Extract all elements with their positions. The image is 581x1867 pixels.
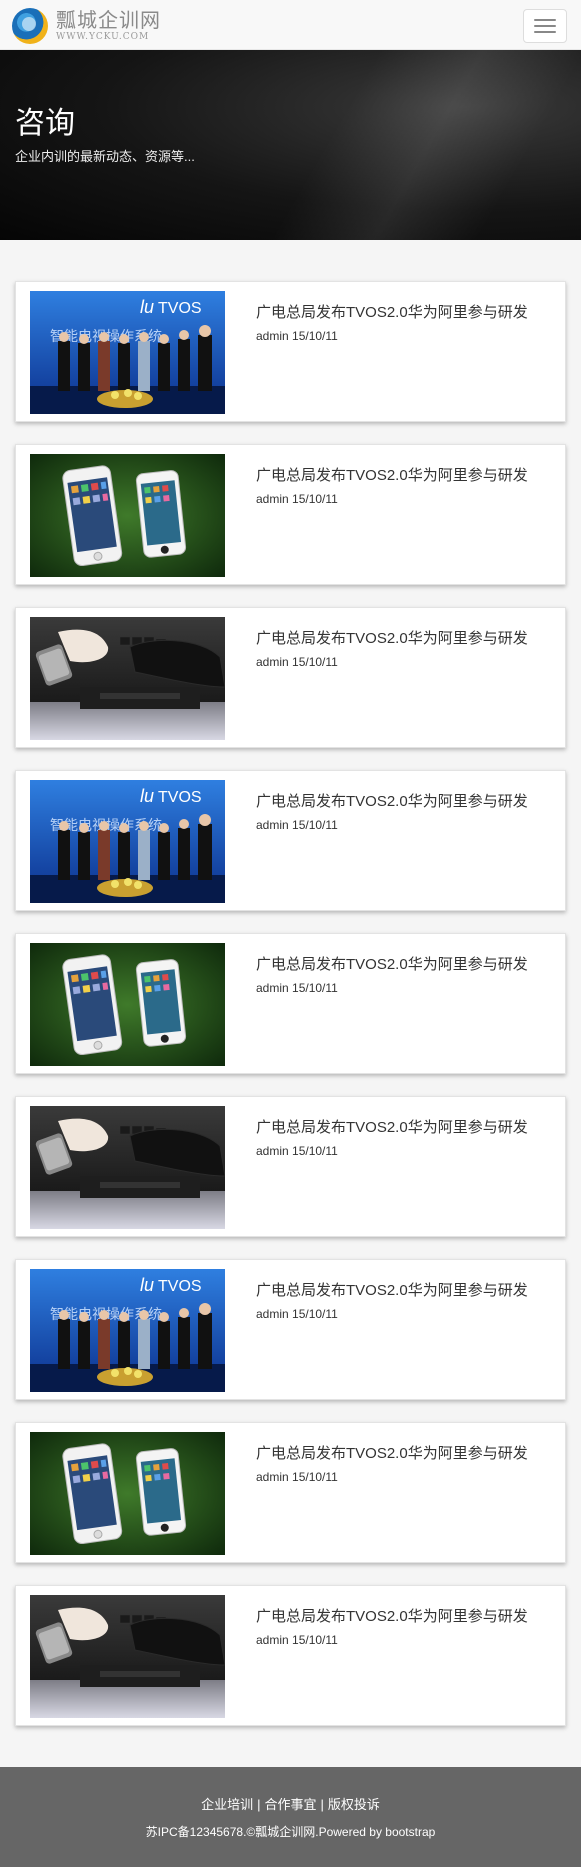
- article-title[interactable]: 广电总局发布TVOS2.0华为阿里参与研发: [256, 1279, 528, 1300]
- article-author: admin: [256, 1307, 289, 1321]
- page-title: 咨询: [15, 106, 75, 141]
- article-meta: admin 15/10/11: [256, 329, 338, 343]
- article-meta: admin 15/10/11: [256, 1144, 338, 1158]
- article-author: admin: [256, 655, 289, 669]
- article-title[interactable]: 广电总局发布TVOS2.0华为阿里参与研发: [256, 464, 528, 485]
- article-author: admin: [256, 1470, 289, 1484]
- article-meta: admin 15/10/11: [256, 1633, 338, 1647]
- article-date: 15/10/11: [292, 1470, 338, 1484]
- article-card[interactable]: 广电总局发布TVOS2.0华为阿里参与研发 admin 15/10/11: [15, 933, 566, 1074]
- article-meta: admin 15/10/11: [256, 1470, 338, 1484]
- menu-bar: [534, 25, 556, 27]
- article-date: 15/10/11: [292, 1633, 338, 1647]
- article-card[interactable]: 广电总局发布TVOS2.0华为阿里参与研发 admin 15/10/11: [15, 1585, 566, 1726]
- article-card[interactable]: 广电总局发布TVOS2.0华为阿里参与研发 admin 15/10/11: [15, 607, 566, 748]
- article-card[interactable]: lu TVOS 智能电视操作系统 广电总局发布TVOS2.0华为阿里参与研发 a…: [15, 1259, 566, 1400]
- svg-text:lu: lu: [140, 297, 154, 317]
- top-navbar: 瓢城企训网 WWW.YCKU.COM: [0, 0, 581, 50]
- footer-separator: |: [320, 1797, 324, 1812]
- article-thumbnail[interactable]: lu TVOS 智能电视操作系统: [30, 780, 225, 903]
- article-author: admin: [256, 492, 289, 506]
- svg-text:TVOS: TVOS: [158, 1278, 202, 1295]
- article-author: admin: [256, 818, 289, 832]
- logo-name: 瓢城企训网: [56, 8, 161, 32]
- article-meta: admin 15/10/11: [256, 492, 338, 506]
- article-title[interactable]: 广电总局发布TVOS2.0华为阿里参与研发: [256, 1116, 528, 1137]
- menu-bar: [534, 31, 556, 33]
- svg-text:TVOS: TVOS: [158, 789, 202, 806]
- article-title[interactable]: 广电总局发布TVOS2.0华为阿里参与研发: [256, 301, 528, 322]
- article-date: 15/10/11: [292, 492, 338, 506]
- article-thumbnail[interactable]: [30, 1106, 225, 1229]
- article-meta: admin 15/10/11: [256, 655, 338, 669]
- article-card[interactable]: lu TVOS 智能电视操作系统 广电总局发布TVOS2.0华为阿里参与研发 a…: [15, 770, 566, 911]
- footer-links: 企业培训 | 合作事宜 | 版权投诉: [0, 1794, 581, 1813]
- logo-icon: [12, 8, 48, 44]
- svg-text:TVOS: TVOS: [158, 300, 202, 317]
- page-subtitle: 企业内训的最新动态、资源等...: [15, 149, 195, 164]
- article-date: 15/10/11: [292, 818, 338, 832]
- svg-text:lu: lu: [140, 1275, 154, 1295]
- article-thumbnail[interactable]: [30, 1432, 225, 1555]
- article-meta: admin 15/10/11: [256, 818, 338, 832]
- article-date: 15/10/11: [292, 1144, 338, 1158]
- article-list: lu TVOS 智能电视操作系统 广电总局发布TVOS2.0华为阿里参与研发 a…: [15, 281, 566, 1748]
- article-author: admin: [256, 329, 289, 343]
- article-meta: admin 15/10/11: [256, 981, 338, 995]
- article-date: 15/10/11: [292, 329, 338, 343]
- article-meta: admin 15/10/11: [256, 1307, 338, 1321]
- article-title[interactable]: 广电总局发布TVOS2.0华为阿里参与研发: [256, 790, 528, 811]
- footer-link-copyright-complaint[interactable]: 版权投诉: [328, 1797, 380, 1812]
- footer-copyright: 苏IPC备12345678.©瓢城企训网.Powered by bootstra…: [145, 1825, 436, 1839]
- article-author: admin: [256, 1144, 289, 1158]
- article-card[interactable]: 广电总局发布TVOS2.0华为阿里参与研发 admin 15/10/11: [15, 444, 566, 585]
- logo-domain: WWW.YCKU.COM: [56, 32, 150, 42]
- article-card[interactable]: 广电总局发布TVOS2.0华为阿里参与研发 admin 15/10/11: [15, 1422, 566, 1563]
- svg-text:lu: lu: [140, 786, 154, 806]
- footer-link-cooperation[interactable]: 合作事宜: [264, 1797, 316, 1812]
- article-title[interactable]: 广电总局发布TVOS2.0华为阿里参与研发: [256, 627, 528, 648]
- page-banner: 咨询 企业内训的最新动态、资源等...: [0, 50, 581, 240]
- article-title[interactable]: 广电总局发布TVOS2.0华为阿里参与研发: [256, 1605, 528, 1626]
- article-card[interactable]: 广电总局发布TVOS2.0华为阿里参与研发 admin 15/10/11: [15, 1096, 566, 1237]
- article-author: admin: [256, 981, 289, 995]
- article-thumbnail[interactable]: lu TVOS 智能电视操作系统: [30, 1269, 225, 1392]
- article-thumbnail[interactable]: [30, 943, 225, 1066]
- article-date: 15/10/11: [292, 981, 338, 995]
- article-thumbnail[interactable]: lu TVOS 智能电视操作系统: [30, 291, 225, 414]
- logo-text: 瓢城企训网 WWW.YCKU.COM: [56, 10, 161, 42]
- article-date: 15/10/11: [292, 1307, 338, 1321]
- menu-bar: [534, 19, 556, 21]
- article-date: 15/10/11: [292, 655, 338, 669]
- article-thumbnail[interactable]: [30, 617, 225, 740]
- footer-separator: |: [257, 1797, 261, 1812]
- article-author: admin: [256, 1633, 289, 1647]
- article-thumbnail[interactable]: [30, 454, 225, 577]
- footer-link-training[interactable]: 企业培训: [201, 1797, 253, 1812]
- footer: 企业培训 | 合作事宜 | 版权投诉 苏IPC备12345678.©瓢城企训网.Powe…: [0, 1767, 581, 1867]
- article-card[interactable]: lu TVOS 智能电视操作系统 广电总局发布TVOS2.0华为阿里参与研发 a…: [15, 281, 566, 422]
- article-thumbnail[interactable]: [30, 1595, 225, 1718]
- hamburger-menu-icon[interactable]: [523, 9, 567, 43]
- site-logo[interactable]: 瓢城企训网 WWW.YCKU.COM: [12, 7, 161, 45]
- article-title[interactable]: 广电总局发布TVOS2.0华为阿里参与研发: [256, 1442, 528, 1463]
- article-title[interactable]: 广电总局发布TVOS2.0华为阿里参与研发: [256, 953, 528, 974]
